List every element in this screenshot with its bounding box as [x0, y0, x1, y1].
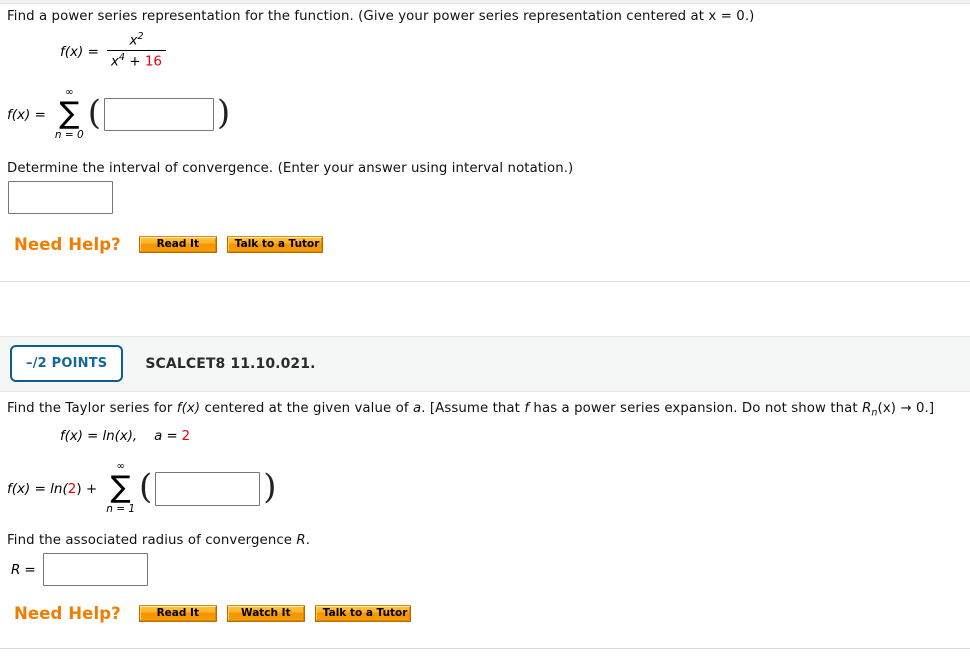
- problem1-summation: ∞ ∑ n = 0: [54, 88, 84, 142]
- problem1-series-row: f(x) = ∞ ∑ n = 0 ( ): [7, 88, 231, 142]
- problem2-radius-answer-input[interactable]: [42, 553, 148, 586]
- problem2-header-row: –/2 POINTS SCALCET8 11.10.021.: [10, 345, 316, 382]
- problem2-given-function: f(x) = ln(x),: [60, 429, 138, 444]
- problem2-prompt: Find the Taylor series for f(x) centered…: [7, 401, 935, 419]
- need-help-label: Need Help?: [14, 604, 121, 623]
- problem1-fx-label: f(x) =: [60, 44, 99, 61]
- fraction-denominator: x4 + 16: [110, 52, 163, 70]
- problem1-prompt: Find a power series representation for t…: [7, 9, 755, 24]
- problem2-given-a-value: 2: [181, 429, 191, 444]
- problem1-need-help-row: Need Help? Read It Talk to a Tutor: [14, 235, 323, 254]
- read-it-button[interactable]: Read It: [138, 605, 217, 622]
- read-it-button[interactable]: Read It: [138, 236, 217, 253]
- open-paren: (: [87, 92, 101, 133]
- problem1-interval-prompt: Determine the interval of convergence. (…: [7, 161, 574, 176]
- problem1-interval-answer-input[interactable]: [8, 181, 113, 214]
- exercise-page: Find a power series representation for t…: [0, 0, 970, 661]
- summation-sigma-symbol: ∑: [59, 96, 80, 131]
- need-help-label: Need Help?: [14, 235, 121, 254]
- points-badge: –/2 POINTS: [10, 345, 124, 382]
- radius-equals: =: [24, 561, 36, 578]
- watch-it-button[interactable]: Watch It: [226, 605, 305, 622]
- problem2-need-help-row: Need Help? Read It Watch It Talk to a Tu…: [14, 604, 411, 623]
- open-paren: (: [139, 466, 153, 507]
- bottom-divider: [0, 648, 970, 649]
- summation-lower-limit: n = 0: [54, 129, 84, 141]
- summation-lower-limit: n = 1: [106, 503, 136, 515]
- close-paren: ): [216, 92, 231, 133]
- section-divider: [0, 281, 970, 282]
- problem1-function-expression: f(x) = x2 x4 + 16: [60, 31, 167, 71]
- talk-to-a-tutor-button[interactable]: Talk to a Tutor: [314, 605, 411, 622]
- top-strip: [0, 0, 970, 4]
- problem2-given-row: f(x) = ln(x), a = 2: [60, 429, 190, 444]
- problem1-series-label: f(x) =: [7, 106, 46, 123]
- problem1-fraction: x2 x4 + 16: [106, 31, 167, 70]
- talk-to-a-tutor-button[interactable]: Talk to a Tutor: [226, 236, 323, 253]
- problem2-series-row: f(x) = ln(2) + ∞ ∑ n = 1 ( ): [7, 462, 277, 516]
- problem2-radius-prompt: Find the associated radius of convergenc…: [7, 533, 311, 548]
- problem2-series-answer-input[interactable]: [155, 471, 261, 506]
- close-paren: ): [263, 466, 277, 507]
- problem1-series-answer-input[interactable]: [103, 98, 214, 131]
- question-code: SCALCET8 11.10.021.: [145, 355, 316, 372]
- problem2-given-a-label: a =: [154, 429, 178, 444]
- radius-label: R: [11, 561, 21, 578]
- problem2-summation: ∞ ∑ n = 1: [106, 462, 136, 516]
- problem2-radius-row: R =: [11, 553, 148, 586]
- fraction-numerator: x2: [106, 31, 167, 52]
- problem2-series-label: f(x) = ln(2) +: [7, 480, 98, 497]
- summation-sigma-symbol: ∑: [110, 470, 131, 505]
